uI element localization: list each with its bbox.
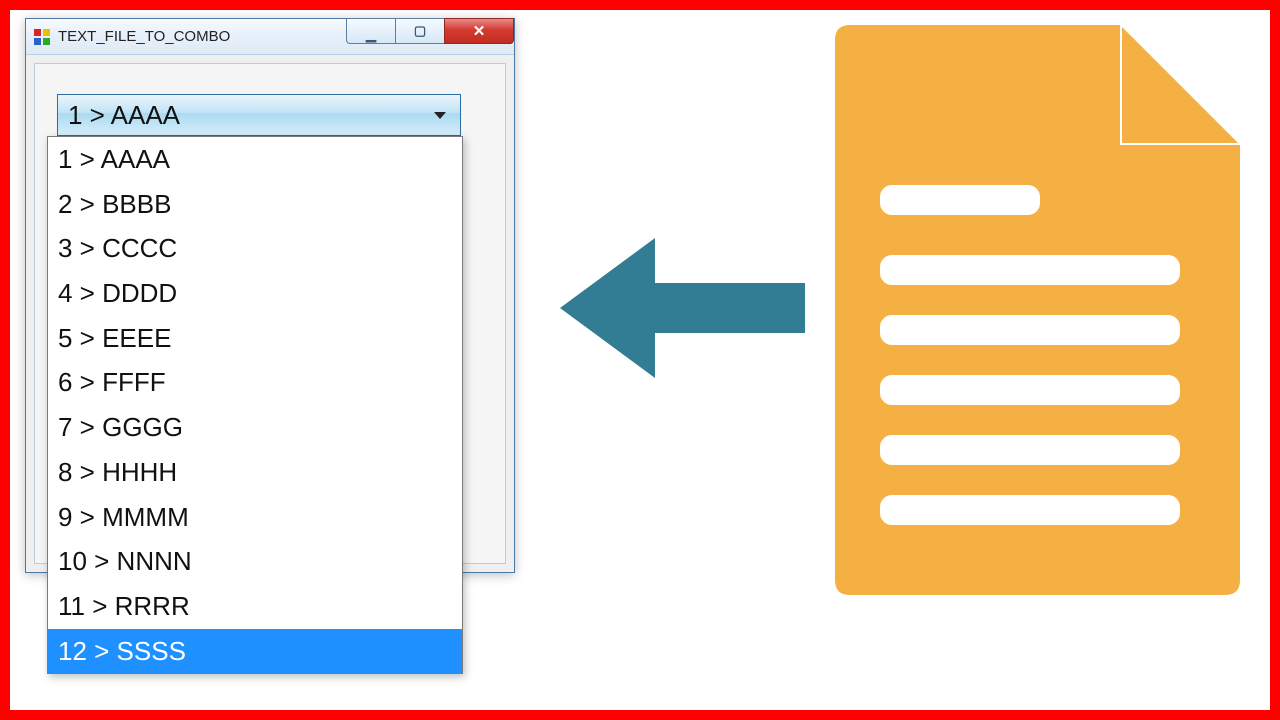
- maximize-icon: ▢: [414, 23, 426, 39]
- combo-option[interactable]: 4 > DDDD: [48, 271, 462, 316]
- minimize-icon: ▁: [366, 27, 376, 43]
- combo-selected-text: 1 > AAAA: [68, 100, 434, 131]
- combo-option[interactable]: 5 > EEEE: [48, 316, 462, 361]
- combo-option[interactable]: 1 > AAAA: [48, 137, 462, 182]
- combo-option[interactable]: 7 > GGGG: [48, 405, 462, 450]
- arrow-left-icon: [560, 238, 805, 378]
- window-controls: ▁ ▢ ✕: [347, 18, 514, 44]
- combo-option[interactable]: 9 > MMMM: [48, 495, 462, 540]
- combo-option[interactable]: 3 > CCCC: [48, 226, 462, 271]
- combo-option[interactable]: 11 > RRRR: [48, 584, 462, 629]
- outer-frame: TEXT_FILE_TO_COMBO ▁ ▢ ✕ 1 > AAAA 1 > AA…: [0, 0, 1280, 720]
- app-icon: [34, 29, 50, 45]
- combo-box[interactable]: 1 > AAAA: [57, 94, 461, 136]
- close-icon: ✕: [473, 22, 486, 40]
- window-title: TEXT_FILE_TO_COMBO: [58, 28, 230, 45]
- text-file-icon: [820, 25, 1240, 595]
- combo-option[interactable]: 8 > HHHH: [48, 450, 462, 495]
- close-button[interactable]: ✕: [444, 18, 514, 44]
- maximize-button[interactable]: ▢: [395, 18, 445, 44]
- combo-option[interactable]: 6 > FFFF: [48, 360, 462, 405]
- combo-option[interactable]: 2 > BBBB: [48, 182, 462, 227]
- combo-option[interactable]: 10 > NNNN: [48, 539, 462, 584]
- combo-dropdown[interactable]: 1 > AAAA2 > BBBB3 > CCCC4 > DDDD5 > EEEE…: [47, 136, 463, 674]
- combo-option[interactable]: 12 > SSSS: [48, 629, 462, 674]
- titlebar[interactable]: TEXT_FILE_TO_COMBO ▁ ▢ ✕: [26, 19, 514, 55]
- minimize-button[interactable]: ▁: [346, 18, 396, 44]
- chevron-down-icon: [434, 112, 446, 119]
